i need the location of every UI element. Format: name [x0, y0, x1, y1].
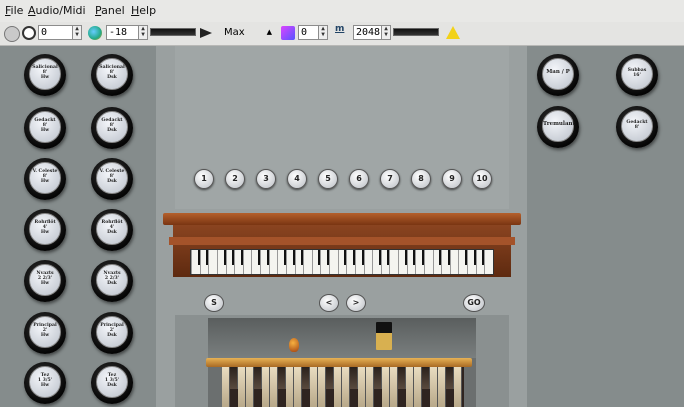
- menu-file[interactable]: File: [5, 4, 23, 17]
- pedal-key[interactable]: [238, 367, 246, 407]
- manual-keyboard[interactable]: [190, 249, 494, 275]
- stop-knob[interactable]: Salicional 8' Dsk: [91, 54, 133, 96]
- pedal-key[interactable]: [454, 367, 462, 407]
- polyphony-combo[interactable]: Max ▲: [220, 25, 274, 40]
- combination-piston[interactable]: 9: [442, 169, 462, 189]
- stop-knob[interactable]: Nvazts 2 2/3' Hw: [24, 260, 66, 302]
- pedal-key[interactable]: [222, 367, 230, 407]
- manual-case: [163, 213, 521, 281]
- go-button[interactable]: GO: [463, 294, 485, 312]
- samples-spinbox[interactable]: 2048 ▲ ▼: [353, 25, 391, 40]
- midi-icon[interactable]: [4, 26, 20, 42]
- pedal-key[interactable]: [302, 367, 310, 389]
- menu-panel[interactable]: Panel: [95, 4, 125, 17]
- pedal-key[interactable]: [374, 367, 382, 389]
- pedal-key[interactable]: [246, 367, 254, 407]
- pedal-key[interactable]: [446, 367, 454, 389]
- stop-knob[interactable]: Gedackt 8' Hw: [24, 107, 66, 149]
- pedal-key[interactable]: [422, 367, 430, 389]
- pedal-key[interactable]: [230, 367, 238, 389]
- tuning-icon: [281, 26, 295, 40]
- tremulant-knob[interactable]: Tremulant: [537, 106, 579, 148]
- swell-pedal-shoe[interactable]: [376, 322, 392, 350]
- prev-button[interactable]: <: [319, 294, 339, 312]
- pedal-key[interactable]: [262, 367, 270, 407]
- stop-knob[interactable]: V. Celeste 8' Dsk: [91, 158, 133, 200]
- coupler-knob[interactable]: Man / P: [537, 54, 579, 96]
- pedal-key[interactable]: [398, 367, 406, 389]
- combination-piston[interactable]: 4: [287, 169, 307, 189]
- combination-piston[interactable]: 7: [380, 169, 400, 189]
- menu-audio-midi[interactable]: Audio/Midi: [28, 4, 86, 17]
- combination-piston[interactable]: 5: [318, 169, 338, 189]
- pedal-key[interactable]: [358, 367, 366, 407]
- set-button[interactable]: S: [204, 294, 224, 312]
- pedal-key[interactable]: [334, 367, 342, 407]
- combination-piston[interactable]: 8: [411, 169, 431, 189]
- menu-bar: File Audio/Midi Panel Help: [0, 0, 684, 23]
- stop-knob[interactable]: Nvazts 2 2/3' Dsk: [91, 260, 133, 302]
- pedal-key[interactable]: [254, 367, 262, 389]
- stop-knob[interactable]: Gedackt 8' Dsk: [91, 107, 133, 149]
- transpose-spinbox[interactable]: 0 ▲ ▼: [38, 25, 82, 40]
- next-button[interactable]: >: [346, 294, 366, 312]
- stop-knob[interactable]: V. Celeste 8' Hw: [24, 158, 66, 200]
- tuning-spinbox[interactable]: 0 ▲ ▼: [298, 25, 328, 40]
- stop-knob[interactable]: Rohrflöt 4' Hw: [24, 209, 66, 251]
- pedal-key[interactable]: [438, 367, 446, 407]
- pedal-key[interactable]: [270, 367, 278, 407]
- pedal-key[interactable]: [278, 367, 286, 389]
- stop-knob[interactable]: Gedackt 8': [616, 106, 658, 148]
- warning-icon: [446, 26, 460, 39]
- cpu-meter: [393, 28, 439, 36]
- pedal-key[interactable]: [406, 367, 414, 407]
- pedal-board: [206, 358, 472, 367]
- combination-piston[interactable]: 6: [349, 169, 369, 189]
- transpose-icon: [22, 26, 36, 40]
- pedal-key[interactable]: [382, 367, 390, 407]
- polyphony-icon: [200, 28, 212, 38]
- menu-help[interactable]: Help: [131, 4, 156, 17]
- stop-knob[interactable]: Principal 2' Hw: [24, 312, 66, 354]
- right-stop-panel: [527, 46, 684, 407]
- stop-knob[interactable]: Principal 2' Dsk: [91, 312, 133, 354]
- pedal-key[interactable]: [326, 367, 334, 389]
- pedalboard[interactable]: [222, 367, 464, 407]
- volume-meter: [150, 28, 196, 36]
- volume-spinbox[interactable]: -18 ▲ ▼: [106, 25, 148, 40]
- pedal-key[interactable]: [366, 367, 374, 407]
- pedal-key[interactable]: [350, 367, 358, 389]
- combination-piston[interactable]: 1: [194, 169, 214, 189]
- white-key[interactable]: [484, 250, 493, 274]
- toolbar: 0 ▲ ▼ -18 ▲ ▼ Max ▲ 0 ▲ ▼ m 2048 ▲ ▼: [0, 22, 684, 46]
- pedal-key[interactable]: [318, 367, 326, 407]
- pedal-key[interactable]: [430, 367, 438, 407]
- pedal-key[interactable]: [342, 367, 350, 407]
- crescendo-pedal-shoe[interactable]: [289, 338, 299, 352]
- combination-piston[interactable]: 2: [225, 169, 245, 189]
- stop-knob[interactable]: Tez 1 3/5' Hw: [24, 362, 66, 404]
- pedal-key[interactable]: [310, 367, 318, 407]
- pedal-key[interactable]: [390, 367, 398, 407]
- pedal-key[interactable]: [414, 367, 422, 407]
- stop-knob[interactable]: Rohrflöt 4' Dsk: [91, 209, 133, 251]
- combination-piston[interactable]: 10: [472, 169, 492, 189]
- combination-piston[interactable]: 3: [256, 169, 276, 189]
- samples-icon: m: [335, 24, 345, 34]
- stop-knob[interactable]: Tez 1 3/5' Dsk: [91, 362, 133, 404]
- stop-knob[interactable]: Subbas 16': [616, 54, 658, 96]
- pedal-key[interactable]: [286, 367, 294, 407]
- volume-icon: [88, 26, 102, 40]
- stop-knob[interactable]: Salicional 8' Hw: [24, 54, 66, 96]
- pedal-key[interactable]: [294, 367, 302, 407]
